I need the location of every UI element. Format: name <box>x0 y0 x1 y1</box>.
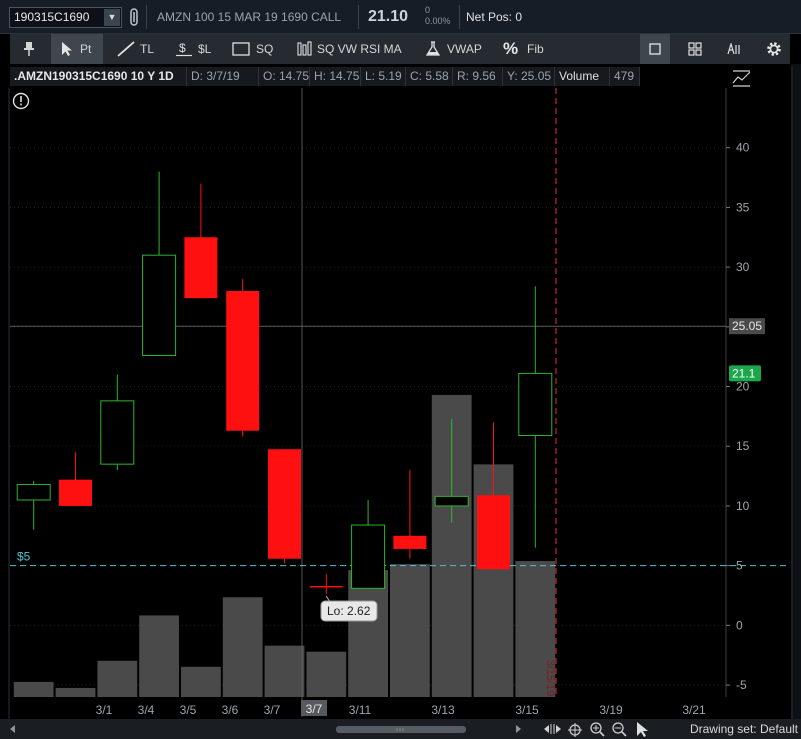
x-tick-label: 3/11 <box>349 703 372 717</box>
price-level-label: $5 <box>17 550 31 564</box>
candle-body[interactable] <box>100 400 135 465</box>
low-bubble-label: Lo: 2.62 <box>327 604 371 618</box>
volume-bar[interactable] <box>348 570 388 697</box>
y-tick-label: 15 <box>736 439 750 453</box>
candle-body[interactable] <box>518 372 553 436</box>
candle-body[interactable] <box>351 524 386 589</box>
candle-body[interactable] <box>434 495 469 507</box>
volume-bar[interactable] <box>13 681 54 697</box>
cursor-mode-icon[interactable] <box>637 722 648 737</box>
candle-body[interactable] <box>309 585 343 588</box>
volume-bar[interactable] <box>181 666 221 697</box>
y-tick-label: -5 <box>736 678 747 692</box>
y-tick-label: 30 <box>736 260 750 274</box>
x-tick-label: 3/15 <box>515 703 539 717</box>
volume-bar[interactable] <box>139 615 179 697</box>
x-tick-label: 3/13 <box>431 703 455 717</box>
alert-icon-stroke <box>20 96 22 102</box>
x-tick-label: 3/5 <box>180 703 197 717</box>
chart-scroll-bar: Drawing set: Default <box>0 719 801 739</box>
scroll-thumb[interactable] <box>336 726 466 733</box>
y-tick-label: 0 <box>736 618 743 632</box>
candle-body[interactable] <box>268 449 301 559</box>
volume-bar[interactable] <box>264 645 305 697</box>
y-tick-label: 35 <box>736 200 750 214</box>
scroll-left-icon[interactable] <box>10 725 15 733</box>
last-price-label: 21.1 <box>732 366 756 380</box>
expiry-label: 3/15/19 <box>544 660 556 697</box>
volume-bar[interactable] <box>390 564 430 697</box>
y-tick-label: 20 <box>736 380 750 394</box>
candle-body[interactable] <box>393 535 427 549</box>
volume-bar[interactable] <box>97 660 138 697</box>
volume-bar[interactable] <box>55 687 96 697</box>
expand-icon[interactable] <box>544 724 561 734</box>
price-chart[interactable]: 4035302520151050-53/15/1925.05$5Lo: 2.62… <box>0 0 801 719</box>
x-tick-label: 3/1 <box>96 703 113 717</box>
zoom-in-icon[interactable] <box>590 722 605 737</box>
x-tick-label: 3/4 <box>138 703 155 717</box>
y-tick-label: 40 <box>736 141 750 155</box>
candle-body[interactable] <box>16 483 51 501</box>
x-tick-label: 3/6 <box>222 703 239 717</box>
volume-bar[interactable] <box>222 597 263 697</box>
x-tick-label: 3/21 <box>682 703 706 717</box>
y-tick-label: 10 <box>736 499 750 513</box>
candle-body[interactable] <box>59 479 92 506</box>
drawing-set-label[interactable]: Drawing set: Default <box>690 722 798 736</box>
candle-body[interactable] <box>226 291 260 431</box>
alert-icon-dot <box>20 103 22 106</box>
scroll-right-icon[interactable] <box>516 725 521 733</box>
candle-body[interactable] <box>142 254 177 356</box>
studies-toggle-line <box>732 71 751 84</box>
crosshair-icon[interactable] <box>568 723 582 737</box>
zoom-out-icon[interactable] <box>612 722 627 737</box>
price-line-label: 25.05 <box>732 319 762 333</box>
candle-body[interactable] <box>184 237 218 299</box>
x-tick-label: 3/7 <box>264 703 281 717</box>
volume-bar[interactable] <box>306 651 347 697</box>
candle-body[interactable] <box>477 495 510 570</box>
x-crosshair-label: 3/7 <box>306 702 323 716</box>
x-tick-label: 3/19 <box>599 703 623 717</box>
